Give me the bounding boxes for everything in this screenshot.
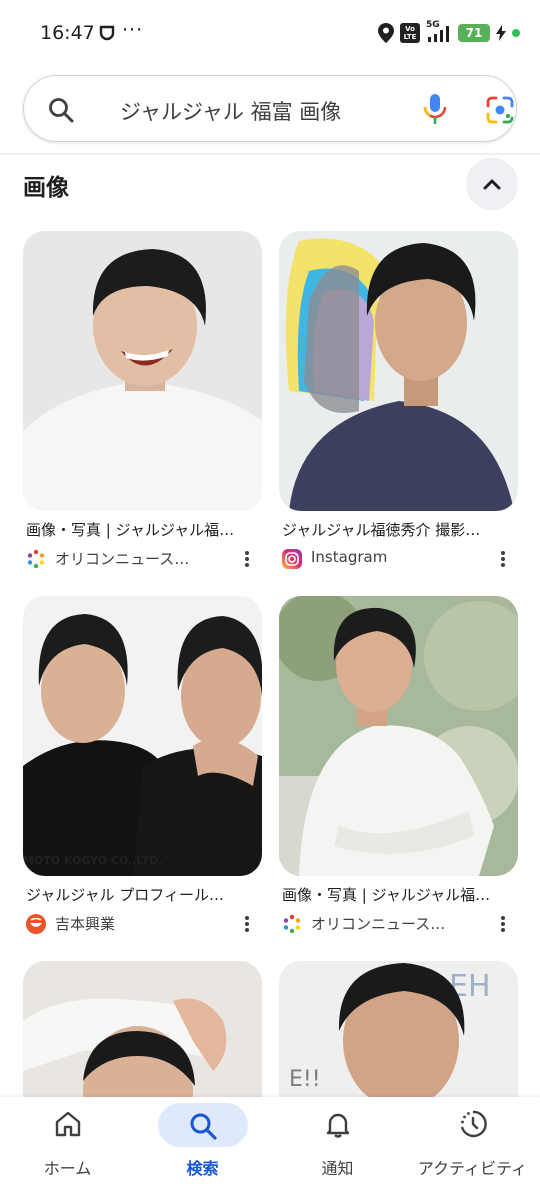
notification-app-icon	[99, 25, 115, 41]
image-result-card[interactable]: MOTO KOGYO CO.,LTD. ジャルジャル プロフィール… 吉本興業	[23, 596, 262, 937]
chevron-up-icon	[483, 179, 501, 190]
google-lens-icon[interactable]	[486, 96, 514, 124]
more-options-icon[interactable]	[500, 550, 506, 568]
more-options-icon[interactable]	[244, 915, 250, 933]
status-icons: Vo LTE 5G 71	[378, 20, 520, 44]
result-caption[interactable]: ジャルジャル福徳秀介 撮影…	[282, 519, 514, 540]
more-options-icon[interactable]	[500, 915, 506, 933]
search-query[interactable]: ジャルジャル 福富 画像	[120, 96, 341, 126]
oricon-icon	[27, 549, 45, 569]
source-name: Instagram	[311, 548, 388, 566]
result-source[interactable]: 吉本興業	[23, 911, 262, 937]
search-divider	[0, 153, 540, 155]
nav-label: アクティビティ	[417, 1159, 528, 1178]
image-result-card[interactable]: 画像・写真 | ジャルジャル福… オリコンニュース…	[23, 231, 262, 572]
home-icon	[55, 1111, 80, 1137]
search-bar[interactable]: ジャルジャル 福富 画像	[23, 75, 517, 142]
oricon-icon	[283, 914, 301, 934]
nav-activity[interactable]: アクティビティ	[405, 1097, 540, 1200]
source-name: オリコンニュース…	[55, 550, 190, 568]
instagram-icon	[282, 549, 302, 569]
mic-icon[interactable]	[421, 93, 449, 125]
bell-icon	[326, 1113, 349, 1138]
location-icon	[378, 23, 394, 43]
result-source[interactable]: Instagram	[279, 546, 518, 572]
signal-icon: 5G	[426, 20, 452, 43]
search-icon	[190, 1113, 217, 1140]
result-source[interactable]: オリコンニュース…	[23, 546, 262, 572]
nav-label: 通知	[321, 1159, 354, 1178]
result-caption[interactable]: 画像・写真 | ジャルジャル福…	[26, 519, 258, 540]
volte-icon: Vo LTE	[400, 23, 420, 43]
screen: 16:47 ··· Vo LTE 5G 71 ジャルジャル 福富 画像 画像 画…	[0, 0, 540, 1200]
nav-search[interactable]: 検索	[135, 1097, 270, 1200]
section-title: 画像	[23, 175, 69, 201]
status-more-dots: ···	[122, 19, 144, 41]
activity-icon	[460, 1110, 487, 1138]
backdrop-text: E!!	[289, 1067, 321, 1092]
result-image[interactable]	[23, 231, 262, 511]
source-name: オリコンニュース…	[311, 915, 446, 933]
yoshimoto-icon	[26, 914, 46, 934]
image-result-card[interactable]: 画像・写真 | ジャルジャル福… オリコンニュース…	[279, 596, 518, 937]
battery-icon: 71	[458, 24, 490, 42]
more-options-icon[interactable]	[244, 550, 250, 568]
status-bar: 16:47 ··· Vo LTE 5G 71	[0, 0, 540, 64]
charging-icon	[496, 25, 506, 41]
source-name: 吉本興業	[55, 915, 116, 933]
image-watermark: MOTO KOGYO CO.,LTD.	[23, 854, 162, 867]
nav-label: ホーム	[43, 1159, 92, 1178]
result-image[interactable]: MOTO KOGYO CO.,LTD.	[23, 596, 262, 876]
privacy-indicator-icon	[512, 29, 520, 37]
bottom-navigation: ホーム 検索 通知 アクティビティ	[0, 1097, 540, 1200]
search-icon[interactable]	[48, 97, 74, 123]
status-time: 16:47	[40, 22, 95, 44]
result-image[interactable]	[279, 596, 518, 876]
nav-label: 検索	[186, 1159, 219, 1178]
result-caption[interactable]: 画像・写真 | ジャルジャル福…	[282, 884, 514, 905]
result-image[interactable]	[279, 231, 518, 511]
result-caption[interactable]: ジャルジャル プロフィール…	[26, 884, 258, 905]
collapse-button[interactable]	[466, 158, 518, 210]
nav-home[interactable]: ホーム	[0, 1097, 135, 1200]
nav-notifications[interactable]: 通知	[270, 1097, 405, 1200]
result-source[interactable]: オリコンニュース…	[279, 911, 518, 937]
image-result-card[interactable]: ジャルジャル福徳秀介 撮影… Instagram	[279, 231, 518, 572]
